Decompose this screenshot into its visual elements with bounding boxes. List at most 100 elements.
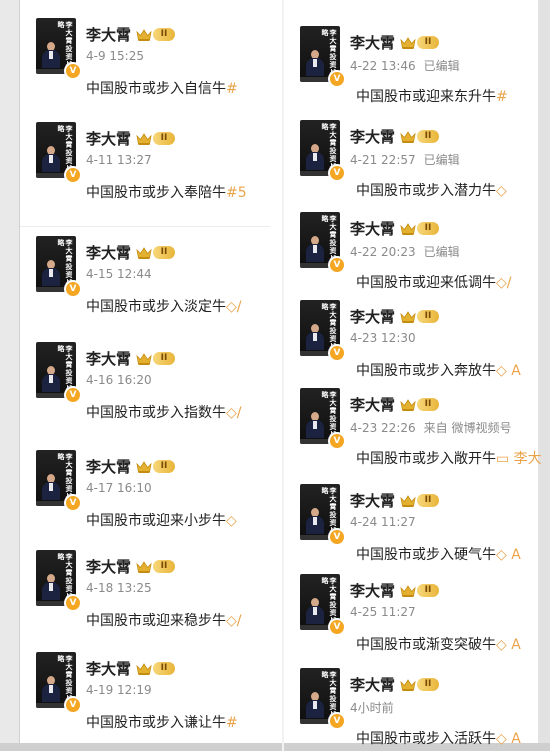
post-content[interactable]: 中国股市或渐变突破牛◇ A xyxy=(356,634,521,654)
post-text: 中国股市或步入奉陪牛 xyxy=(86,185,226,201)
post-trail[interactable]: # xyxy=(226,81,238,97)
post-trail[interactable]: ◇ xyxy=(496,183,507,199)
post-time[interactable]: 4-25 11:27 xyxy=(350,605,416,619)
verified-badge-icon: V xyxy=(64,696,82,714)
post-time[interactable]: 4-16 16:20 xyxy=(86,373,152,387)
verified-badge-icon: V xyxy=(328,618,346,636)
post-time[interactable]: 4小时前 xyxy=(350,701,394,715)
person-figure xyxy=(42,474,60,500)
post-trail[interactable]: ◇ xyxy=(226,513,237,529)
post-text: 中国股市或步入活跃牛 xyxy=(356,731,496,747)
post-content[interactable]: 中国股市或步入敞开牛▭ 李大 xyxy=(356,448,542,468)
post-text: 中国股市或步入潜力牛 xyxy=(356,183,496,199)
level-badge: II xyxy=(153,246,176,259)
level-badge: II xyxy=(153,28,176,41)
author-name[interactable]: 李大霄 xyxy=(86,24,131,45)
author-name[interactable]: 李大霄 xyxy=(350,218,395,239)
post-text: 中国股市或渐变突破牛 xyxy=(356,637,496,653)
author-name[interactable]: 李大霄 xyxy=(350,490,395,511)
post-time[interactable]: 4-23 22:26 xyxy=(350,421,416,435)
post-time[interactable]: 4-18 13:25 xyxy=(86,581,152,595)
crown-icon xyxy=(400,678,416,692)
author-name[interactable]: 李大霄 xyxy=(86,658,131,679)
post-source: 来自 微博视频号 xyxy=(423,421,512,435)
post-content[interactable]: 中国股市或步入硬气牛◇ A xyxy=(356,544,521,564)
author-line: 李大霄 II xyxy=(350,218,440,239)
level-badge: II xyxy=(417,678,440,691)
post-text: 中国股市或步入淡定牛 xyxy=(86,299,226,315)
crown-icon xyxy=(136,560,152,574)
post-trail[interactable]: #5 xyxy=(226,185,247,201)
post-trail[interactable]: ◇/ xyxy=(226,299,241,315)
post-trail[interactable]: ◇ A xyxy=(496,731,521,747)
verified-badge-icon: V xyxy=(64,386,82,404)
author-name[interactable]: 李大霄 xyxy=(86,348,131,369)
level-badge: II xyxy=(417,584,440,597)
post-time[interactable]: 4-21 22:57 xyxy=(350,153,416,167)
author-name[interactable]: 李大霄 xyxy=(86,556,131,577)
author-name[interactable]: 李大霄 xyxy=(350,306,395,327)
post-text: 中国股市或迎来东升牛 xyxy=(356,89,496,105)
post-content[interactable]: 中国股市或迎来低调牛◇/ xyxy=(356,272,511,292)
post-time[interactable]: 4-22 13:46 xyxy=(350,59,416,73)
author-line: 李大霄 II xyxy=(350,306,440,327)
post-time[interactable]: 4-19 12:19 xyxy=(86,683,152,697)
author-name[interactable]: 李大霄 xyxy=(350,580,395,601)
author-name[interactable]: 李大霄 xyxy=(350,394,395,415)
author-name[interactable]: 李大霄 xyxy=(86,242,131,263)
crown-icon xyxy=(136,662,152,676)
post-meta: 4-11 13:27 xyxy=(86,153,160,167)
post-content[interactable]: 中国股市或迎来东升牛# xyxy=(356,86,508,106)
post-time[interactable]: 4-15 12:44 xyxy=(86,267,152,281)
author-line: 李大霄 II xyxy=(350,490,440,511)
author-name[interactable]: 李大霄 xyxy=(86,456,131,477)
post-content[interactable]: 中国股市或步入谦让牛# xyxy=(86,712,238,732)
right-margin xyxy=(538,0,550,751)
post-trail[interactable]: # xyxy=(226,715,238,731)
author-line: 李大霄 II xyxy=(350,674,440,695)
post-trail[interactable]: ◇/ xyxy=(226,405,241,421)
post-trail[interactable]: ◇ A xyxy=(496,547,521,563)
post-source: 已编辑 xyxy=(423,59,460,73)
post-source: 已编辑 xyxy=(423,153,460,167)
crown-icon xyxy=(400,398,416,412)
post-content[interactable]: 中国股市或迎来稳步牛◇/ xyxy=(86,610,241,630)
post-trail[interactable]: # xyxy=(496,89,508,105)
verified-badge-icon: V xyxy=(328,344,346,362)
author-line: 李大霄 II xyxy=(350,394,440,415)
post-trail[interactable]: ▭ 李大 xyxy=(496,451,542,467)
post-meta: 4-9 15:25 xyxy=(86,49,152,63)
post-trail[interactable]: ◇ A xyxy=(496,363,521,379)
verified-badge-icon: V xyxy=(64,594,82,612)
post-content[interactable]: 中国股市或迎来小步牛◇ xyxy=(86,510,237,530)
post-content[interactable]: 中国股市或步入活跃牛◇ A xyxy=(356,728,521,748)
post-content[interactable]: 中国股市或步入奔放牛◇ A xyxy=(356,360,521,380)
author-name[interactable]: 李大霄 xyxy=(350,32,395,53)
post-meta: 4-25 11:27 xyxy=(350,605,424,619)
post-content[interactable]: 中国股市或步入指数牛◇/ xyxy=(86,402,241,422)
post-content[interactable]: 中国股市或步入潜力牛◇ xyxy=(356,180,507,200)
person-figure xyxy=(42,146,60,172)
post-trail[interactable]: ◇/ xyxy=(226,613,241,629)
crown-icon xyxy=(136,246,152,260)
post-content[interactable]: 中国股市或步入淡定牛◇/ xyxy=(86,296,241,316)
person-figure xyxy=(306,598,324,624)
post-time[interactable]: 4-17 16:10 xyxy=(86,481,152,495)
post-content[interactable]: 中国股市或步入自信牛# xyxy=(86,78,238,98)
author-line: 李大霄 II xyxy=(86,348,176,369)
post-time[interactable]: 4-22 20:23 xyxy=(350,245,416,259)
level-badge: II xyxy=(153,132,176,145)
post-trail[interactable]: ◇ A xyxy=(496,637,521,653)
person-figure xyxy=(42,260,60,286)
post-trail[interactable]: ◇/ xyxy=(496,275,511,291)
post-time[interactable]: 4-9 15:25 xyxy=(86,49,144,63)
author-name[interactable]: 李大霄 xyxy=(350,126,395,147)
post-text: 中国股市或步入指数牛 xyxy=(86,405,226,421)
post-content[interactable]: 中国股市或步入奉陪牛#5 xyxy=(86,182,247,202)
post-time[interactable]: 4-23 12:30 xyxy=(350,331,416,345)
post-time[interactable]: 4-11 13:27 xyxy=(86,153,152,167)
post-time[interactable]: 4-24 11:27 xyxy=(350,515,416,529)
verified-badge-icon: V xyxy=(328,70,346,88)
author-name[interactable]: 李大霄 xyxy=(350,674,395,695)
author-name[interactable]: 李大霄 xyxy=(86,128,131,149)
